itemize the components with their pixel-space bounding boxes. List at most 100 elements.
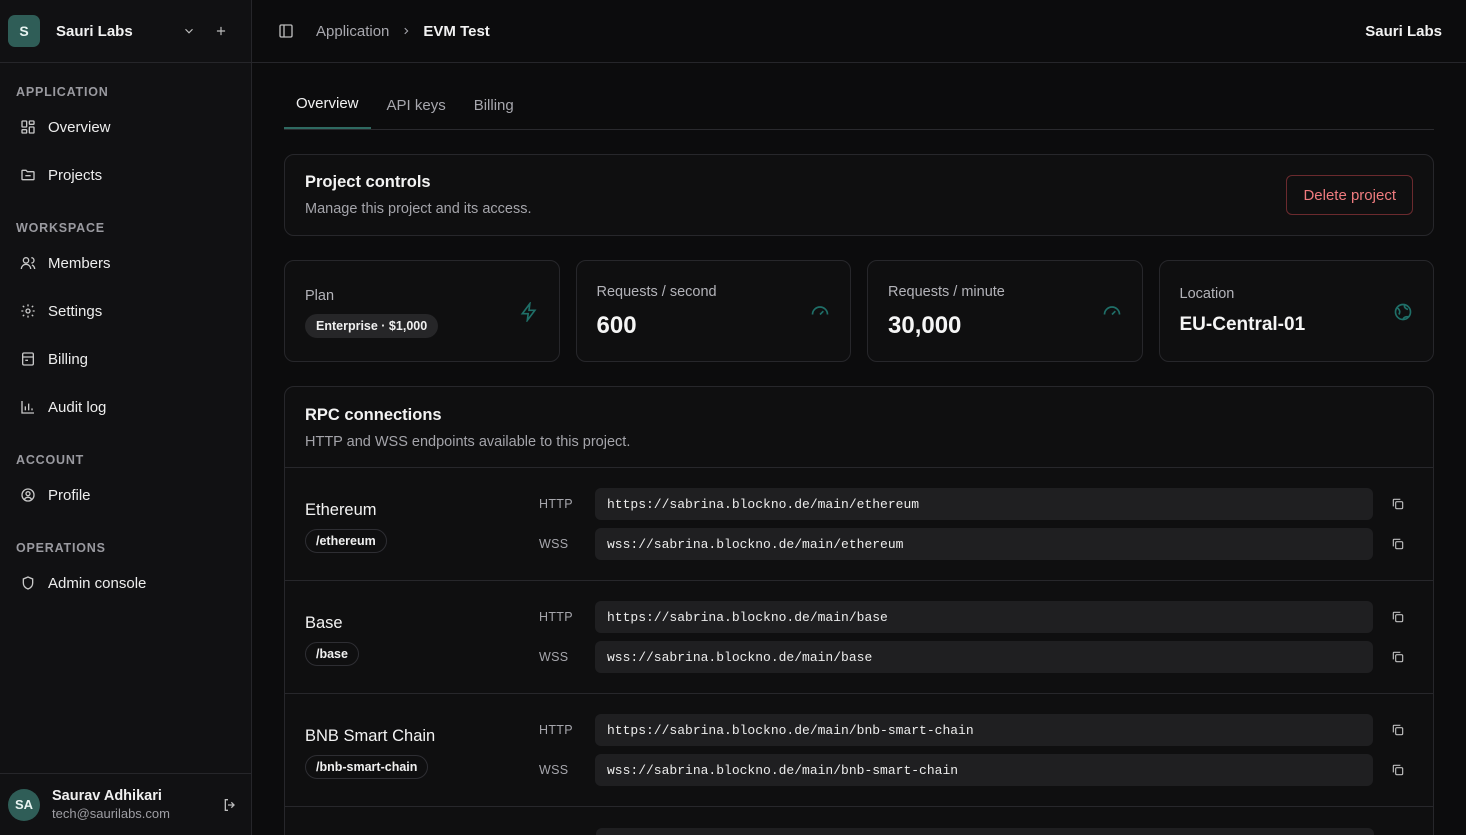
chevron-down-icon[interactable] [181,23,197,39]
protocol-label: HTTP [539,610,573,624]
stat-plan: Plan Enterprise · $1,000 [284,260,560,362]
sidebar-item-label: Admin console [48,574,147,592]
sidebar-item-label: Projects [48,166,103,184]
chain-name: Ethereum [305,501,377,519]
rpc-connections-card: RPC connections HTTP and WSS endpoints a… [284,386,1434,835]
topbar: Application EVM Test Sauri Labs [252,0,1466,63]
stat-label: Requests / minute [888,284,1005,300]
tab-api-keys[interactable]: API keys [375,97,458,129]
user-menu[interactable]: SA Saurav Adhikari tech@saurilabs.com [0,773,252,835]
stat-requests-second: Requests / second 600 [575,260,851,362]
globe-icon [1394,303,1412,321]
protocol-label: WSS [539,537,569,551]
sidebar-item-label: Settings [48,302,103,320]
copy-icon[interactable] [1391,763,1405,777]
card-title: Project controls [305,173,431,191]
sidebar-item-admin-console[interactable]: Admin console [16,563,236,603]
endpoint-url[interactable]: https://sabrina.blockno.de/main/base [595,601,1373,633]
main-area: Application EVM Test Sauri Labs Overview… [252,0,1466,835]
chain-row-bnb-smart-chain: BNB Smart Chain /bnb-smart-chain HTTP ht… [285,694,1433,807]
stat-value: 600 [596,312,637,339]
stat-label: Requests / second [596,284,717,300]
card-title: RPC connections [305,406,442,424]
lightning-icon [520,302,536,322]
chevron-right-icon [404,27,409,35]
stats-row: Plan Enterprise · $1,000 Requests / seco… [284,260,1434,362]
chain-path-badge: /bnb-smart-chain [305,755,429,779]
chain-path-badge: /base [305,642,359,666]
plus-icon[interactable] [213,23,229,39]
gauge-icon [811,306,829,316]
sidebar-item-billing[interactable]: Billing [16,339,236,379]
shield-icon [22,576,34,590]
chain-row-base: Base /base HTTP https://sabrina.blockno.… [285,581,1433,694]
endpoint-url[interactable]: wss://sabrina.blockno.de/main/bnb-smart-… [595,754,1373,786]
sidebar-item-label: Billing [48,350,89,368]
endpoint-url[interactable]: https://sabrina.blockno.de/main/ethereum [595,488,1373,520]
sidebar-item-label: Overview [48,118,111,136]
stat-value: 30,000 [888,312,962,339]
sidebar-item-profile[interactable]: Profile [16,475,236,515]
project-controls-card: Project controls Manage this project and… [284,154,1434,236]
chain-name: Base [305,614,343,632]
protocol-label: HTTP [539,723,573,737]
user-email: tech@saurilabs.com [52,806,170,821]
gauge-icon [1103,306,1120,316]
endpoint-url[interactable]: https://sabrina.blockno.de/main/bnb-smar… [595,714,1373,746]
org-name: Sauri Labs [1365,22,1442,40]
logout-icon[interactable] [222,797,238,813]
chain-path-badge: /ethereum [305,529,387,553]
sidebar-item-label: Audit log [48,398,107,416]
workspace-name: Sauri Labs [56,22,133,40]
endpoint-url-partial [596,828,1374,835]
plan-badge: Enterprise · $1,000 [305,314,439,338]
chain-row-ethereum: Ethereum /ethereum HTTP https://sabrina.… [285,468,1433,581]
sidebar-item-overview[interactable]: Overview [16,107,236,147]
stat-value: EU-Central-01 [1179,314,1306,335]
stat-location: Location EU-Central-01 [1158,260,1434,362]
folder-icon [21,169,35,181]
content: Overview API keys Billing Project contro… [284,63,1434,835]
nav-heading-account: ACCOUNT [16,453,85,467]
stat-label: Plan [305,288,335,304]
gear-icon [21,304,35,318]
user-circle-icon [21,488,35,502]
workspace-logo: S [8,15,40,47]
card-subtitle: HTTP and WSS endpoints available to this… [305,434,631,450]
protocol-label: WSS [539,763,569,777]
sidebar-item-audit-log[interactable]: Audit log [16,387,236,427]
chart-icon [21,401,34,414]
copy-icon[interactable] [1391,650,1405,664]
avatar: SA [8,788,40,821]
copy-icon[interactable] [1391,610,1405,624]
sidebar-item-settings[interactable]: Settings [16,291,236,331]
tab-bar: Overview API keys Billing [284,63,1434,130]
stat-requests-minute: Requests / minute 30,000 [867,260,1143,362]
copy-icon[interactable] [1391,723,1405,737]
user-name: Saurav Adhikari [52,788,162,804]
endpoint-url[interactable]: wss://sabrina.blockno.de/main/base [595,641,1373,673]
delete-project-button[interactable]: Delete project [1286,175,1413,215]
tab-billing[interactable]: Billing [462,97,526,129]
stat-label: Location [1179,286,1235,302]
workspace-switcher[interactable]: S Sauri Labs [0,0,251,63]
protocol-label: HTTP [539,497,573,511]
copy-icon[interactable] [1391,537,1405,551]
grid-icon [21,120,35,134]
endpoint-url[interactable]: wss://sabrina.blockno.de/main/ethereum [595,528,1373,560]
breadcrumb-current: EVM Test [423,22,490,40]
card-subtitle: Manage this project and its access. [305,201,532,217]
sidebar-item-label: Members [48,254,111,272]
sidebar-toggle-icon[interactable] [278,23,294,39]
breadcrumb-parent[interactable]: Application [316,23,389,40]
sidebar-item-members[interactable]: Members [16,243,236,283]
sidebar-item-label: Profile [48,486,91,504]
sidebar: S Sauri Labs APPLICATION Overview Projec… [0,0,252,835]
copy-icon[interactable] [1391,497,1405,511]
tab-overview[interactable]: Overview [284,95,371,129]
nav-heading-operations: OPERATIONS [16,541,106,555]
sidebar-item-projects[interactable]: Projects [16,155,236,195]
nav-heading-workspace: WORKSPACE [16,221,105,235]
users-icon [20,257,36,270]
protocol-label: WSS [539,650,569,664]
